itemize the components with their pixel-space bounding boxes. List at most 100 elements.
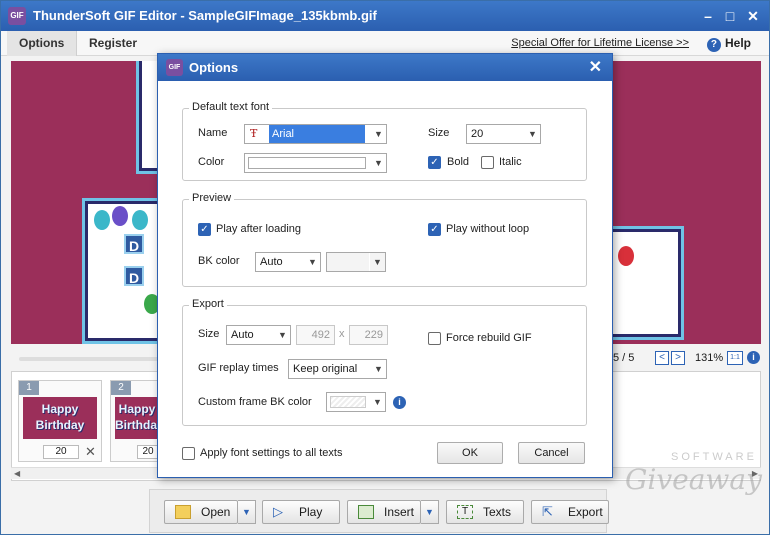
frame-thumbnail[interactable]: 2 Happy Birthday 20 (110, 380, 164, 462)
minimize-icon[interactable]: – (699, 7, 717, 25)
next-frame-button[interactable]: > (671, 351, 685, 365)
frame-number: 1 (19, 381, 39, 395)
insert-dropdown-button[interactable]: ▼ (421, 500, 439, 524)
play-without-loop-checkbox[interactable]: ✓ (428, 223, 441, 236)
chevron-down-icon: ▼ (274, 326, 290, 344)
play-label: Play (299, 505, 323, 519)
maximize-icon[interactable]: □ (721, 7, 739, 25)
font-type-icon: Ŧ (250, 127, 258, 140)
open-dropdown-button[interactable]: ▼ (238, 500, 256, 524)
font-name-label: Name (198, 127, 228, 139)
chevron-down-icon: ▼ (370, 125, 386, 143)
open-button[interactable]: Open (164, 500, 238, 524)
export-size-label: Size (198, 328, 220, 340)
frame-number: 2 (111, 381, 131, 395)
close-icon[interactable]: ✕ (744, 7, 762, 25)
title-bar: GIF ThunderSoft GIF Editor - SampleGIFIm… (1, 1, 769, 31)
chevron-down-icon: ▼ (370, 360, 386, 378)
app-logo-icon: GIF (8, 7, 26, 25)
card-shape (607, 229, 681, 337)
actual-size-button[interactable]: 1:1 (727, 351, 743, 365)
bk-color-select[interactable]: Auto ▼ (255, 252, 321, 272)
export-group: Export Size Auto ▼ 492 x 229 Force rebui… (182, 298, 587, 426)
times-sign: x (339, 328, 345, 340)
help-icon: ? (706, 38, 721, 52)
folder-icon (175, 505, 191, 519)
chevron-down-icon: ▼ (304, 253, 320, 271)
info-icon[interactable]: i (393, 396, 406, 409)
font-color-select[interactable]: ▼ (244, 153, 387, 173)
font-group-title: Default text font (189, 101, 273, 113)
chevron-down-icon: ▼ (370, 154, 386, 172)
export-button[interactable]: ⇱ Export (531, 500, 609, 524)
preview-group: Preview ✓ Play after loading ✓ Play with… (182, 192, 587, 287)
texts-button[interactable]: T Texts (446, 500, 524, 524)
bk-color-label: BK color (198, 255, 240, 267)
apply-all-label: Apply font settings to all texts (200, 447, 343, 459)
frame-thumbnail[interactable]: 1 Happy Birthday 20 ✕ (18, 380, 102, 462)
export-height-input: 229 (349, 325, 388, 345)
prev-frame-button[interactable]: < (655, 351, 669, 365)
tab-options[interactable]: Options (7, 31, 78, 56)
special-offer-link[interactable]: Special Offer for Lifetime License >> (511, 37, 689, 49)
zoom-level: 131% (695, 352, 724, 364)
font-name-value: Arial (269, 125, 365, 143)
export-icon: ⇱ (542, 504, 553, 519)
apply-all-checkbox[interactable] (182, 447, 195, 460)
export-width-input: 492 (296, 325, 335, 345)
bottom-toolbar: Open ▼ ▷ Play Insert ▼ T Texts ⇱ Export (149, 489, 609, 533)
text-tool-icon: T (457, 505, 473, 519)
insert-button[interactable]: Insert (347, 500, 421, 524)
replay-times-label: GIF replay times (198, 362, 279, 374)
play-icon: ▷ (273, 504, 283, 519)
scroll-left-icon[interactable]: ◀ (14, 469, 20, 478)
italic-checkbox[interactable] (481, 156, 494, 169)
font-size-value: 20 (471, 128, 484, 140)
play-after-loading-label: Play after loading (216, 223, 301, 235)
export-size-select[interactable]: Auto ▼ (226, 325, 291, 345)
play-button[interactable]: ▷ Play (262, 500, 340, 524)
giveaway-watermark: SOFTWARE Giveaway (611, 451, 762, 511)
chevron-down-icon: ▼ (524, 125, 540, 143)
color-swatch (248, 157, 366, 169)
cancel-button[interactable]: Cancel (518, 442, 585, 464)
dialog-title-bar: GIF Options ✕ (158, 54, 612, 81)
balloon-icon (618, 246, 634, 266)
watermark-line1: SOFTWARE (671, 451, 757, 463)
frame-delay-input[interactable]: 20 (137, 445, 159, 459)
dialog-close-icon[interactable]: ✕ (589, 57, 602, 77)
play-without-loop-label: Play without loop (446, 223, 530, 235)
bk-color-value: Auto (260, 256, 283, 268)
color-swatch (330, 396, 366, 408)
ok-button[interactable]: OK (437, 442, 503, 464)
frame-preview: Happy Birthday (115, 397, 164, 439)
delete-frame-icon[interactable]: ✕ (85, 444, 96, 460)
balloon-icon (94, 210, 110, 230)
italic-label: Italic (499, 156, 522, 168)
letter-block: D (124, 266, 144, 286)
custom-bk-color-select[interactable]: ▼ (326, 392, 386, 412)
font-group: Default text font Name Ŧ Arial ▼ Size 20… (182, 101, 587, 181)
font-size-label: Size (428, 127, 450, 139)
replay-times-select[interactable]: Keep original ▼ (288, 359, 387, 379)
export-label: Export (568, 505, 603, 519)
dialog-app-icon: GIF (166, 59, 183, 76)
chevron-down-icon: ▼ (369, 253, 385, 271)
help-button[interactable]: ? Help (706, 36, 751, 52)
bold-label: Bold (447, 156, 470, 168)
options-dialog: GIF Options ✕ Default text font Name Ŧ A… (157, 53, 613, 478)
insert-image-icon (358, 505, 374, 519)
info-icon[interactable]: i (747, 351, 760, 364)
bold-checkbox[interactable]: ✓ (428, 156, 441, 169)
custom-bk-label: Custom frame BK color (198, 396, 312, 408)
play-after-loading-checkbox[interactable]: ✓ (198, 223, 211, 236)
card-shape: D D (85, 201, 165, 341)
open-label: Open (201, 505, 231, 519)
force-rebuild-checkbox[interactable] (428, 332, 441, 345)
font-size-select[interactable]: 20 ▼ (466, 124, 541, 144)
font-name-select[interactable]: Ŧ Arial ▼ (244, 124, 387, 144)
frame-counter: 5 / 5 (613, 352, 635, 364)
force-rebuild-label: Force rebuild GIF (446, 332, 532, 344)
frame-delay-input[interactable]: 20 (43, 445, 79, 459)
tab-register[interactable]: Register (77, 31, 149, 56)
